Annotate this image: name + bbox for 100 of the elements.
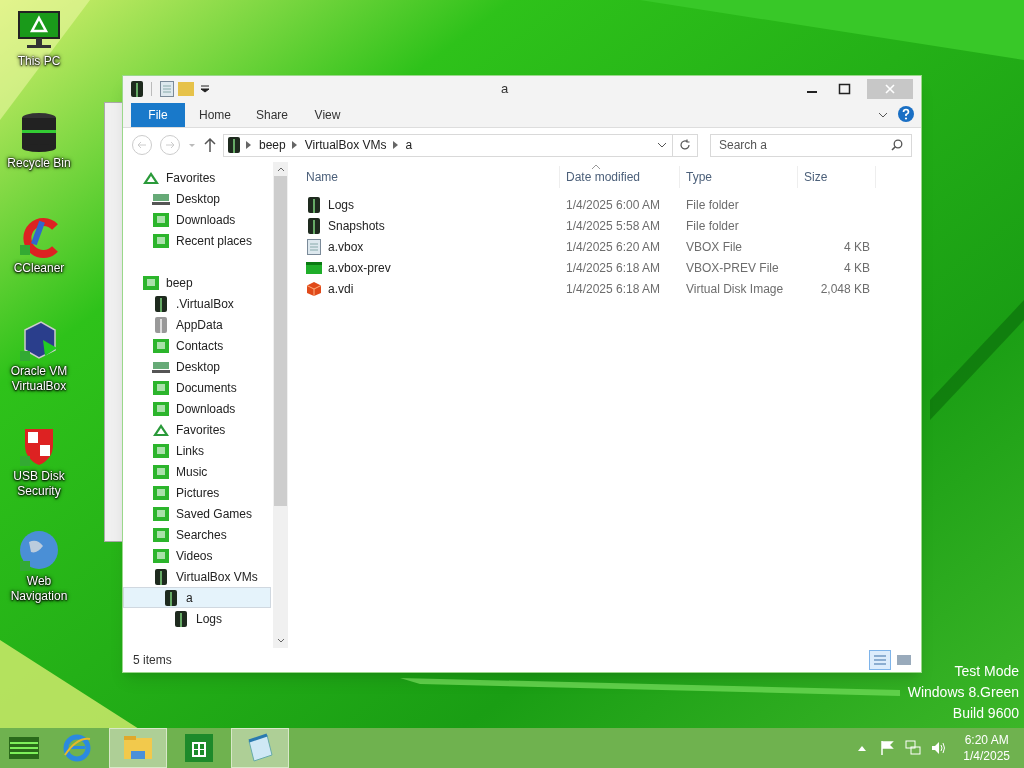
ribbon-tab[interactable]: Home [185, 103, 242, 127]
up-arrow-icon[interactable] [203, 137, 217, 153]
tree-item[interactable]: VirtualBox VMs [123, 566, 271, 587]
folder-icon [131, 81, 143, 97]
file-icon [306, 261, 322, 274]
speaker-icon[interactable] [931, 740, 948, 756]
folder-icon [153, 233, 169, 248]
tree-item[interactable]: Desktop [123, 356, 271, 377]
table-cell-text: Virtual Disk Image [685, 280, 785, 298]
tree-label: Downloads [176, 400, 236, 418]
breadcrumb[interactable]: beep [259, 136, 286, 154]
folder-icon [153, 401, 169, 416]
tree-item[interactable]: Desktop [123, 188, 271, 209]
file-name[interactable]: a.vbox [328, 237, 364, 256]
folder-icon [228, 137, 240, 153]
help-icon[interactable] [897, 105, 915, 123]
ribbon-tab[interactable]: Share [242, 103, 299, 127]
tree-item[interactable]: Videos [123, 545, 271, 566]
scrollbar[interactable] [273, 162, 288, 648]
refresh-button[interactable] [672, 133, 698, 157]
breadcrumb[interactable]: a [405, 136, 413, 154]
folder-icon [153, 212, 169, 227]
breadcrumb[interactable]: VirtualBox VMs [304, 136, 387, 154]
tree-item[interactable]: Saved Games [123, 503, 271, 524]
forward-icon[interactable] [159, 134, 181, 156]
refresh-icon [679, 139, 691, 151]
folder-icon [153, 548, 169, 563]
folder-icon [153, 443, 169, 458]
table-cell-text: 4 KB [844, 238, 870, 256]
back-icon[interactable] [131, 134, 153, 156]
taskbar-button[interactable] [231, 728, 289, 768]
details-view-button[interactable] [869, 650, 891, 670]
tree-item[interactable]: Music [123, 461, 271, 482]
column-header[interactable]: Size [798, 166, 876, 188]
tree-item[interactable]: Pictures [123, 482, 271, 503]
taskbar-button[interactable] [109, 728, 167, 768]
column-header[interactable]: Type [680, 166, 798, 188]
tree-label: Pictures [176, 484, 220, 502]
folder-icon [308, 217, 320, 234]
tree-item[interactable]: Logs [123, 608, 271, 629]
tree-item[interactable]: beep [123, 272, 271, 293]
ribbon-tab[interactable]: File [131, 103, 185, 127]
star-folder-icon [152, 422, 170, 437]
tree-label: Recent places [176, 232, 253, 250]
tree-item[interactable]: Documents [123, 377, 271, 398]
system-watermark: Build 9600 [952, 705, 1019, 722]
tree-item[interactable]: AppData [123, 314, 271, 335]
table-cell-text: 1/4/2025 5:58 AM [565, 217, 662, 235]
chevron-icon[interactable] [291, 141, 297, 149]
chevron-icon[interactable] [246, 141, 251, 149]
table-cell-text: 1/4/2025 6:20 AM [565, 238, 662, 256]
folder-icon [153, 338, 169, 353]
search-field[interactable]: Search a [710, 133, 912, 157]
tree-item[interactable]: Contacts [123, 335, 271, 356]
address-bar[interactable]: beep VirtualBox VMs a [223, 133, 673, 157]
notepad-icon [245, 733, 275, 763]
tree-label: Searches [176, 526, 227, 544]
tree-item[interactable]: Favorites [123, 167, 271, 188]
tree-label: beep [166, 274, 193, 292]
column-header[interactable]: Name [300, 166, 560, 188]
tray-arrow-icon[interactable] [857, 744, 868, 752]
table-cell-text: 2,048 KB [820, 280, 870, 298]
file-name[interactable]: Snapshots [328, 216, 385, 235]
tree-item[interactable]: Downloads [123, 398, 271, 419]
tree-item[interactable]: .VirtualBox [123, 293, 271, 314]
star-folder-icon [142, 170, 160, 185]
column-header[interactable]: Date modified [560, 166, 680, 188]
tree-item[interactable]: Favorites [123, 419, 271, 440]
window-title: a [499, 80, 510, 99]
search-input[interactable]: Search a [719, 136, 891, 154]
tree-item[interactable]: a [123, 587, 271, 608]
folder-icon [153, 527, 169, 542]
table-cell-text: 1/4/2025 6:00 AM [565, 196, 662, 214]
table-cell-text: 4 KB [844, 259, 870, 277]
file-name[interactable]: Logs [328, 195, 355, 214]
tree-label: Contacts [176, 337, 224, 355]
folder-icon [143, 275, 159, 290]
caret-icon[interactable] [200, 85, 210, 93]
network-icon[interactable] [905, 740, 922, 756]
file-name[interactable]: a.vdi [328, 279, 354, 298]
file-name[interactable]: a.vbox-prev [328, 258, 391, 277]
scrollbar-thumb[interactable] [274, 176, 287, 506]
desktop-icon [152, 192, 170, 205]
tree-label: Documents [176, 379, 237, 397]
tree-label: Music [176, 463, 208, 481]
folder-icon [155, 568, 167, 585]
flag-icon[interactable] [879, 740, 896, 756]
tiles-icon[interactable] [895, 653, 913, 667]
tree-item[interactable]: Links [123, 440, 271, 461]
tree-label: VirtualBox VMs [176, 568, 258, 586]
tree-item[interactable]: Searches [123, 524, 271, 545]
list-icon [873, 654, 887, 666]
table-cell-text: 1/4/2025 6:18 AM [565, 280, 662, 298]
chevron-icon[interactable] [392, 141, 398, 149]
folder-icon [153, 380, 169, 395]
ribbon-tab[interactable]: View [299, 103, 356, 127]
tree-item[interactable]: Recent places [123, 230, 271, 251]
chevron-icon[interactable] [656, 140, 668, 150]
tree-item[interactable]: Downloads [123, 209, 271, 230]
tree-label: Logs [196, 610, 223, 628]
